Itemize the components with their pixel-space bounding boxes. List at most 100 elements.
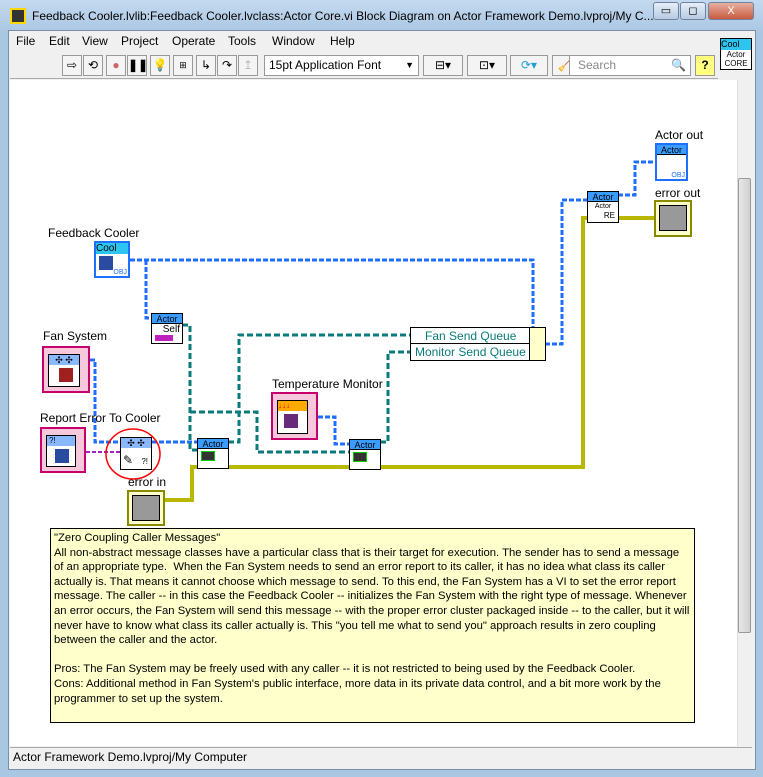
distribute-objects-icon[interactable]: ⊡▾: [467, 55, 507, 76]
fan-system-constant[interactable]: ✣ ✣: [42, 346, 90, 393]
chevron-down-icon: ▼: [405, 60, 414, 70]
report-error-constant[interactable]: ?!: [40, 427, 86, 473]
align-objects-icon[interactable]: ⊟▾: [423, 55, 463, 76]
search-input[interactable]: Search: [570, 58, 616, 72]
context-help-button[interactable]: ?: [695, 55, 715, 76]
abort-icon[interactable]: ●: [106, 55, 126, 76]
actor-core-text: Actor: [594, 203, 612, 210]
wire-self-queue[interactable]: [182, 323, 197, 452]
thermometer-icon: ↓↓↓: [278, 401, 307, 411]
highlight-execution-icon[interactable]: 💡: [150, 55, 170, 76]
block-diagram[interactable]: Feedback Cooler Cool OBJ Fan System ✣ ✣ …: [10, 80, 737, 746]
menu-project[interactable]: Project: [121, 34, 158, 48]
font-select-value: 15pt Application Font: [269, 58, 382, 72]
purple-cube-icon: [284, 414, 298, 428]
toolbar: ⇨ ⟲ ● ❚❚ 💡 ⊞ ↳ ↷ ↥ 15pt Application Font…: [10, 51, 718, 79]
set-msg-tag: ?!: [141, 457, 148, 466]
status-bar: Actor Framework Demo.lvproj/My Computer: [10, 747, 752, 765]
bundle-field-monitor-send-queue[interactable]: Monitor Send Queue: [411, 344, 529, 360]
minimize-button[interactable]: ▭: [653, 2, 679, 20]
bundle-by-name-node[interactable]: Fan Send Queue Monitor Send Queue: [410, 327, 546, 361]
wire-error-in[interactable]: [165, 465, 197, 502]
scrollbar-thumb[interactable]: [738, 178, 751, 633]
set-report-message-node[interactable]: ✣ ✣ ✎ ?!: [120, 437, 152, 470]
menu-window[interactable]: Window: [272, 34, 315, 48]
launch1-header: Actor: [198, 439, 228, 449]
bundle-field-fan-send-queue[interactable]: Fan Send Queue: [411, 328, 529, 344]
project-path: Actor Framework Demo.lvproj/My Computer: [13, 750, 248, 764]
report-error-tag: ?!: [47, 436, 75, 446]
error-in-control[interactable]: [127, 490, 165, 526]
search-box[interactable]: Search 🔍: [569, 55, 691, 76]
search-icon[interactable]: 🔍: [671, 56, 686, 75]
actor-core-parent-node[interactable]: Actor Actor RE: [587, 191, 619, 223]
menu-file[interactable]: File: [16, 34, 35, 48]
error-out-indicator[interactable]: [654, 200, 692, 237]
self-node-text: Self: [162, 324, 180, 335]
vi-icon-line1: Actor: [726, 50, 746, 59]
obj-tag: OBJ: [671, 172, 685, 179]
actor-out-label: Actor out: [655, 128, 704, 142]
wire-cooler-self[interactable]: [144, 260, 151, 320]
bundle-terminal: [529, 328, 545, 360]
reorder-icon[interactable]: ⟳▾: [510, 55, 548, 76]
error-in-label: error in: [128, 475, 167, 489]
retain-wire-values-icon[interactable]: ⊞: [173, 55, 193, 76]
wire-cooler[interactable]: [130, 258, 535, 327]
pause-icon[interactable]: ❚❚: [127, 55, 148, 76]
vi-icon: Cool Actor CORE: [720, 38, 752, 70]
error-cluster-icon: [659, 205, 687, 231]
labview-icon: [10, 8, 26, 24]
feedback-cooler-terminal[interactable]: Cool OBJ: [94, 241, 130, 278]
cooler-header: Cool: [96, 243, 128, 254]
fan-icon: ✣ ✣: [49, 355, 79, 365]
wire-monitor-queue[interactable]: [380, 350, 410, 444]
cube-icon: [99, 256, 113, 270]
free-label-comment: "Zero Coupling Caller Messages" All non-…: [50, 528, 695, 723]
fan-icon: ✣ ✣: [121, 438, 151, 448]
fan-system-label: Fan System: [43, 329, 108, 343]
title-bar: Feedback Cooler.lvlib:Feedback Cooler.lv…: [0, 0, 763, 34]
wire-actor-out[interactable]: [618, 160, 655, 197]
wire-fan-system[interactable]: [90, 358, 120, 444]
actor-out-header: Actor: [657, 145, 686, 155]
maximize-button[interactable]: ◻: [680, 2, 706, 20]
actor-core-header: Actor: [588, 192, 618, 202]
close-button[interactable]: X: [708, 2, 754, 20]
step-out-icon[interactable]: ↥: [238, 55, 258, 76]
step-over-icon[interactable]: ↷: [217, 55, 237, 76]
class-wires: [90, 160, 655, 446]
feedback-cooler-label: Feedback Cooler: [48, 226, 140, 240]
monitor-icon: [201, 451, 215, 461]
self-node-header: Actor: [152, 314, 182, 324]
actor-out-indicator[interactable]: Actor OBJ: [655, 143, 688, 181]
temperature-monitor-constant[interactable]: ↓↓↓: [271, 392, 318, 440]
menu-operate[interactable]: Operate: [172, 34, 215, 48]
report-error-label: Report Error To Cooler: [40, 411, 161, 425]
error-out-label: error out: [655, 186, 701, 200]
wire-temp-monitor[interactable]: [318, 415, 349, 446]
blue-cube-icon: [55, 449, 69, 463]
obj-tag: OBJ: [113, 269, 127, 276]
menu-tools[interactable]: Tools: [228, 34, 256, 48]
menu-view[interactable]: View: [82, 34, 108, 48]
font-select[interactable]: 15pt Application Font ▼: [264, 55, 419, 76]
monitor-icon: [353, 452, 367, 462]
window-title: Feedback Cooler.lvlib:Feedback Cooler.lv…: [32, 9, 654, 23]
vi-icon-line2: CORE: [724, 59, 748, 68]
menu-help[interactable]: Help: [330, 34, 355, 48]
self-node[interactable]: Actor Self: [151, 313, 183, 344]
wire-bundle-out[interactable]: [545, 198, 587, 346]
run-continuously-icon[interactable]: ⟲: [83, 55, 103, 76]
actor-core-sub: RE: [603, 211, 615, 220]
launch2-header: Actor: [350, 440, 380, 450]
launch-actor-node-1[interactable]: Actor: [197, 438, 229, 469]
run-arrow-icon[interactable]: ⇨: [62, 55, 82, 76]
launch-actor-node-2[interactable]: Actor: [349, 439, 381, 470]
menu-edit[interactable]: Edit: [49, 34, 70, 48]
pencil-icon: ✎: [123, 453, 134, 467]
step-into-icon[interactable]: ↳: [196, 55, 216, 76]
queue-icon: [155, 335, 173, 341]
red-cube-icon: [59, 368, 73, 382]
error-cluster-icon: [132, 495, 160, 521]
